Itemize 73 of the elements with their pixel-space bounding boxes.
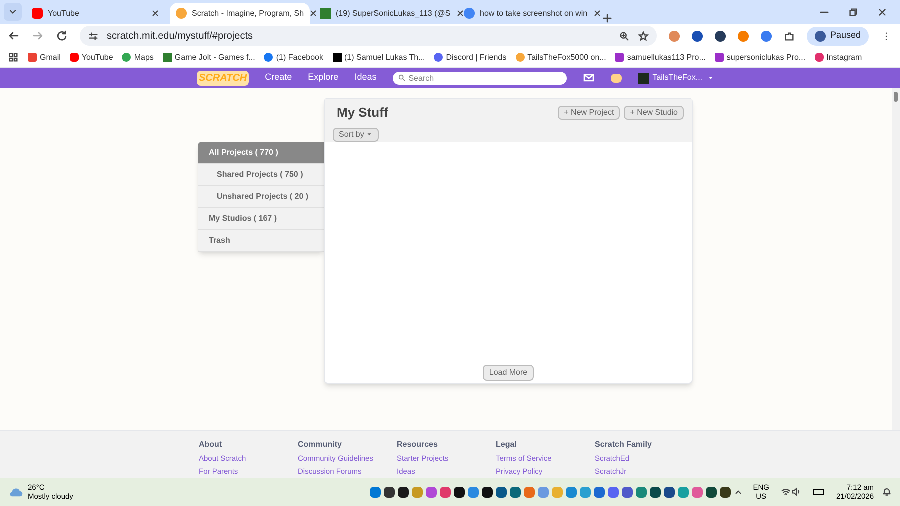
puzzle-icon[interactable] bbox=[784, 30, 796, 42]
new-button[interactable]: + New Project bbox=[558, 106, 620, 120]
avatar-icon bbox=[638, 72, 649, 84]
close-icon[interactable] bbox=[877, 7, 888, 18]
speaker-icon[interactable] bbox=[791, 487, 802, 497]
caret-icon bbox=[366, 131, 374, 138]
extension-icon bbox=[669, 30, 680, 42]
nav-link[interactable]: Create bbox=[265, 71, 292, 85]
app-icon[interactable] bbox=[650, 486, 660, 498]
wifi-icon[interactable] bbox=[781, 487, 792, 497]
restore-icon[interactable] bbox=[848, 7, 859, 18]
page-title: My Stuff bbox=[336, 104, 390, 122]
bookmark[interactable]: Game Jolt - Games f... bbox=[162, 52, 256, 64]
plus-icon[interactable] bbox=[602, 13, 613, 24]
bookmark[interactable]: YouTube bbox=[70, 52, 114, 64]
site-settings-icon[interactable] bbox=[88, 30, 99, 42]
nav-link[interactable]: Ideas bbox=[354, 71, 377, 85]
footer-heading: Scratch Family bbox=[595, 439, 653, 451]
new-button[interactable]: + New Studio bbox=[624, 106, 684, 120]
tab-list-button[interactable] bbox=[4, 3, 22, 21]
bookmark[interactable]: TailsTheFox5000 on... bbox=[516, 52, 606, 64]
footer-heading: Community bbox=[298, 439, 343, 451]
sort-dropdown[interactable]: Sort by bbox=[333, 128, 380, 142]
caret-icon bbox=[706, 74, 715, 82]
star-icon[interactable] bbox=[638, 30, 650, 42]
apps-grid-icon[interactable] bbox=[8, 52, 19, 63]
bookmark[interactable]: Instagram bbox=[814, 52, 862, 64]
scrollbar[interactable] bbox=[892, 88, 900, 430]
bookmark[interactable]: (1) Samuel Lukas Th... bbox=[332, 52, 426, 64]
extension-icon bbox=[692, 30, 704, 42]
back-icon[interactable] bbox=[8, 30, 20, 42]
reload-icon[interactable] bbox=[56, 30, 68, 42]
app-icon[interactable] bbox=[664, 486, 674, 498]
browser-tab[interactable]: (19) SuperSonicLukas_113 (@S bbox=[314, 3, 454, 24]
profile-button[interactable]: Paused bbox=[807, 26, 869, 46]
bookmark[interactable]: Maps bbox=[122, 52, 154, 64]
avatar-icon bbox=[320, 8, 331, 19]
app-icon[interactable] bbox=[496, 486, 506, 498]
browser-tab[interactable]: how to take screenshot on win bbox=[458, 3, 598, 24]
app-icon[interactable] bbox=[398, 486, 408, 498]
close-icon[interactable] bbox=[309, 9, 318, 18]
app-icon[interactable] bbox=[384, 486, 394, 498]
extension-icon bbox=[761, 30, 772, 42]
battery-icon[interactable] bbox=[813, 489, 824, 495]
notification-bell-icon[interactable] bbox=[882, 487, 892, 497]
zoom-icon[interactable] bbox=[619, 30, 630, 42]
search-field[interactable]: Search bbox=[392, 72, 567, 84]
extension-icon bbox=[715, 30, 726, 42]
extension-icon bbox=[738, 30, 750, 42]
close-icon[interactable] bbox=[151, 9, 160, 18]
app-icon[interactable] bbox=[720, 486, 730, 498]
footer-heading: Resources bbox=[397, 439, 439, 451]
user-menu[interactable]: TailsTheFox... bbox=[638, 72, 715, 84]
browser-tab[interactable]: YouTube bbox=[26, 3, 166, 24]
bookmark[interactable]: Gmail bbox=[28, 52, 61, 64]
load-more-button[interactable]: Load More bbox=[483, 365, 534, 381]
avatar-icon bbox=[815, 30, 826, 42]
address-bar[interactable]: scratch.mit.edu/mystuff/#projects bbox=[80, 26, 658, 46]
bookmark[interactable]: (1) Facebook bbox=[264, 52, 324, 64]
bookmark[interactable]: samuellukas113 Pro... bbox=[615, 52, 706, 64]
close-icon[interactable] bbox=[456, 9, 465, 18]
avatar-icon bbox=[162, 53, 172, 62]
close-icon[interactable] bbox=[592, 9, 602, 18]
app-icon[interactable] bbox=[482, 486, 492, 498]
mail-icon[interactable] bbox=[582, 72, 595, 84]
bookmark[interactable]: supersoniclukas Pro... bbox=[714, 52, 806, 64]
footer-heading: Legal bbox=[496, 439, 518, 451]
sidebar-item[interactable]: All Projects ( 770 ) bbox=[198, 142, 324, 164]
app-icon[interactable] bbox=[706, 486, 716, 498]
bookmark[interactable]: Discord | Friends bbox=[434, 52, 507, 64]
footer-heading: About bbox=[199, 439, 224, 451]
nav-link[interactable]: Explore bbox=[308, 71, 339, 85]
app-icon[interactable] bbox=[454, 486, 464, 498]
